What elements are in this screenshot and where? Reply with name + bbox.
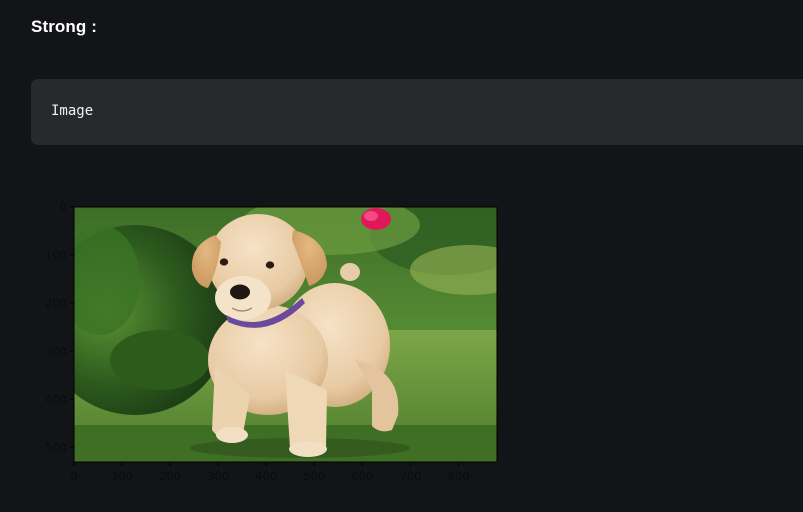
x-tick-label: 400 [255, 469, 277, 483]
x-tick-label: 300 [207, 469, 229, 483]
x-tick-label: 200 [159, 469, 181, 483]
y-tick-label: 200 [45, 296, 67, 310]
puppy-photo [74, 207, 497, 462]
x-tick-label: 700 [400, 469, 422, 483]
y-tick-label: 500 [45, 441, 67, 455]
y-tick-label: 300 [45, 344, 67, 358]
x-tick-label: 800 [448, 469, 470, 483]
x-tick-label: 100 [111, 469, 133, 483]
y-tick-label: 100 [45, 248, 67, 262]
x-axis: 0 100 200 300 400 500 600 700 800 [70, 462, 470, 483]
x-tick-label: 500 [303, 469, 325, 483]
image-plot: 0 100 200 300 400 500 0 100 200 300 400 500 600 700 8… [0, 190, 520, 500]
image-plot-canvas: 0 100 200 300 400 500 0 100 200 300 400 500 600 700 8… [45, 200, 498, 483]
code-block-text: Image [51, 103, 94, 119]
y-tick-label: 400 [45, 392, 67, 406]
x-tick-label: 0 [70, 469, 77, 483]
x-tick-label: 600 [351, 469, 373, 483]
y-axis: 0 100 200 300 400 500 [45, 200, 74, 455]
code-block: Image [31, 79, 803, 145]
y-tick-label: 0 [60, 200, 67, 214]
section-heading: Strong : [31, 17, 97, 36]
